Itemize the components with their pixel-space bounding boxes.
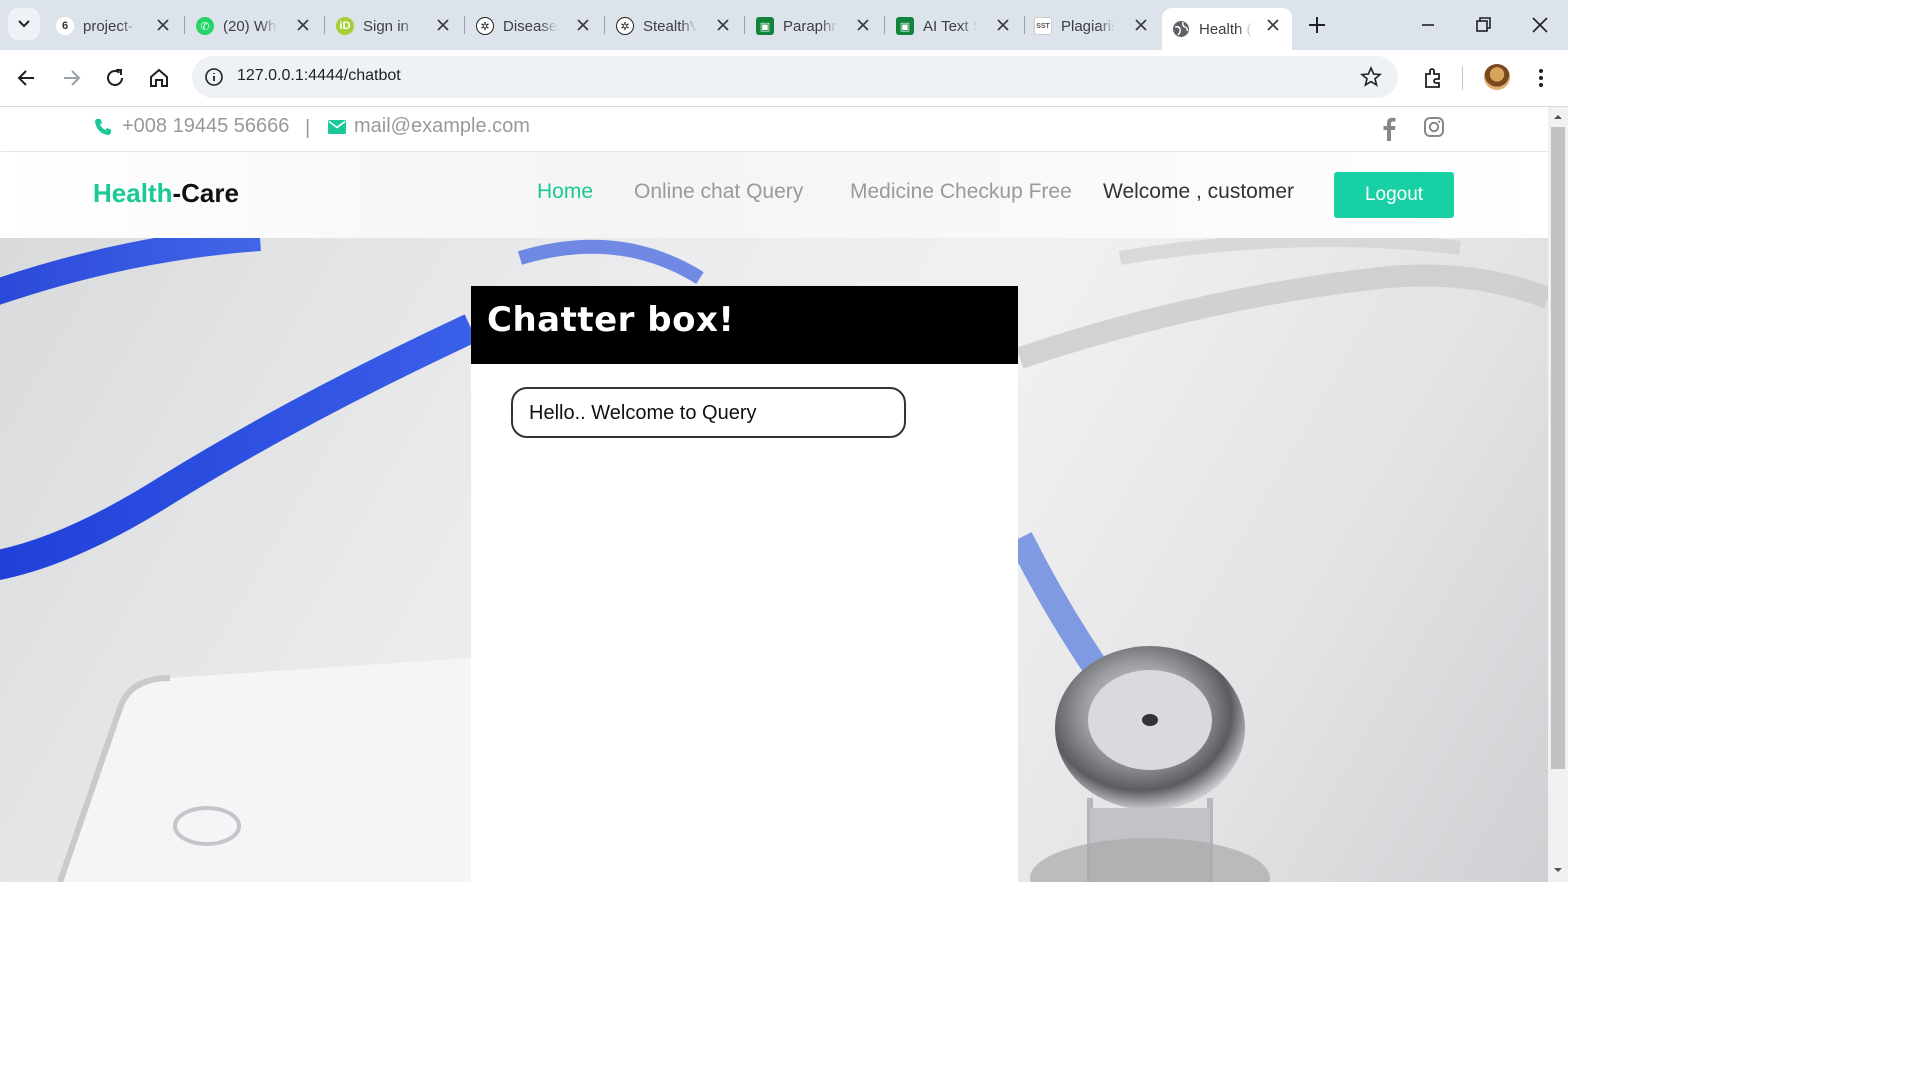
phone-number: +008 19445 56666	[122, 115, 290, 137]
contact-topbar: +008 19445 56666 | mail@example.com	[0, 107, 1548, 152]
chatbot-title: Chatter box!	[487, 300, 735, 340]
logo-part-care: -Care	[172, 178, 239, 208]
tab-separator	[604, 16, 605, 34]
url-text[interactable]: 127.0.0.1:4444/chatbot	[237, 67, 401, 85]
tab-separator	[884, 16, 885, 34]
close-tab-icon[interactable]	[994, 16, 1012, 34]
nav-medicine-checkup[interactable]: Medicine Checkup Free	[850, 180, 1072, 204]
nav-online-chat-query[interactable]: Online chat Query	[634, 180, 803, 204]
browser-toolbar: 127.0.0.1:4444/chatbot	[0, 50, 1568, 107]
stealth-icon: ✲	[616, 17, 634, 35]
whatsapp-icon: ✆	[196, 17, 214, 35]
openai-icon: ✲	[476, 17, 494, 35]
restore-icon[interactable]	[1472, 14, 1494, 36]
site-info-icon[interactable]	[204, 67, 224, 87]
hero-background: Chatter box! Hello.. Welcome to Query	[0, 238, 1548, 882]
close-window-icon[interactable]	[1529, 14, 1551, 36]
minimize-icon[interactable]	[1417, 14, 1439, 36]
tab-stealth[interactable]: ✲ StealthV	[612, 8, 742, 44]
scrollbar-thumb[interactable]	[1551, 127, 1565, 769]
extensions-icon[interactable]	[1420, 65, 1446, 91]
menu-dots-icon[interactable]	[1528, 65, 1554, 91]
home-icon[interactable]	[146, 65, 172, 91]
browser-tab-strip: 6 project- ✆ (20) Wh iD Sign in ✲ Diseas…	[0, 0, 1568, 50]
tab-disease[interactable]: ✲ Disease	[472, 8, 602, 44]
mail-icon	[328, 119, 346, 134]
phone-icon	[95, 118, 111, 135]
site-logo[interactable]: Health-Care	[93, 178, 239, 209]
tab-separator	[744, 16, 745, 34]
paraphrase-icon: ▣	[756, 17, 774, 35]
close-tab-icon[interactable]	[154, 16, 172, 34]
new-tab-icon[interactable]	[1306, 14, 1328, 36]
chat-message-text: Hello.. Welcome to Query	[529, 402, 757, 424]
globe-icon	[1172, 20, 1190, 38]
nav-home[interactable]: Home	[537, 180, 593, 204]
chevron-down-icon	[18, 20, 30, 28]
tab-project[interactable]: 6 project-	[52, 8, 182, 44]
close-tab-icon[interactable]	[574, 16, 592, 34]
logout-button[interactable]: Logout	[1334, 172, 1454, 218]
site-header: Health-Care Home Online chat Query Medic…	[0, 152, 1548, 238]
forward-icon[interactable]	[58, 65, 84, 91]
ai-text-icon: ▣	[896, 17, 914, 35]
email-contact[interactable]: mail@example.com	[328, 115, 530, 138]
tab-separator	[324, 16, 325, 34]
tab-plagiarism[interactable]: SST Plagiaris	[1030, 8, 1160, 44]
welcome-text: Welcome , customer	[1103, 180, 1294, 203]
scroll-up-icon[interactable]	[1548, 110, 1568, 124]
tab-paraphrase[interactable]: ▣ Paraphr	[752, 8, 882, 44]
email-address: mail@example.com	[354, 115, 530, 137]
tab-separator	[184, 16, 185, 34]
tab-separator	[1024, 16, 1025, 34]
tab-separator	[464, 16, 465, 34]
tab-sign-in[interactable]: iD Sign in	[332, 8, 462, 44]
tab-whatsapp[interactable]: ✆ (20) Wh	[192, 8, 322, 44]
bookmark-star-icon[interactable]	[1360, 66, 1382, 88]
instagram-icon[interactable]	[1423, 116, 1445, 138]
close-tab-icon[interactable]	[1264, 16, 1282, 34]
toolbar-divider	[1462, 66, 1463, 90]
close-tab-icon[interactable]	[854, 16, 872, 34]
close-tab-icon[interactable]	[434, 16, 452, 34]
plagiarism-icon: SST	[1034, 17, 1052, 35]
close-tab-icon[interactable]	[294, 16, 312, 34]
phone-contact[interactable]: +008 19445 56666	[93, 115, 289, 138]
project-favicon-icon: 6	[56, 17, 74, 35]
chat-message-bubble: Hello.. Welcome to Query	[511, 387, 906, 438]
web-page: +008 19445 56666 | mail@example.com Heal…	[0, 107, 1548, 882]
chatbot-panel: Chatter box! Hello.. Welcome to Query	[471, 286, 1018, 882]
orcid-icon: iD	[336, 17, 354, 35]
profile-avatar[interactable]	[1484, 64, 1510, 90]
tab-ai-text[interactable]: ▣ AI Text S	[892, 8, 1022, 44]
close-tab-icon[interactable]	[714, 16, 732, 34]
scroll-down-icon[interactable]	[1548, 863, 1568, 877]
logo-part-health: Health	[93, 178, 173, 208]
reload-icon[interactable]	[102, 65, 128, 91]
facebook-icon[interactable]	[1378, 116, 1400, 142]
tab-search-button[interactable]	[8, 8, 40, 40]
tab-health-care[interactable]: Health (	[1162, 8, 1292, 50]
chatbot-header: Chatter box!	[471, 286, 1018, 364]
page-scrollbar[interactable]	[1548, 107, 1568, 882]
contact-separator: |	[305, 117, 311, 139]
back-icon[interactable]	[14, 65, 40, 91]
address-bar[interactable]: 127.0.0.1:4444/chatbot	[192, 56, 1398, 98]
close-tab-icon[interactable]	[1132, 16, 1150, 34]
